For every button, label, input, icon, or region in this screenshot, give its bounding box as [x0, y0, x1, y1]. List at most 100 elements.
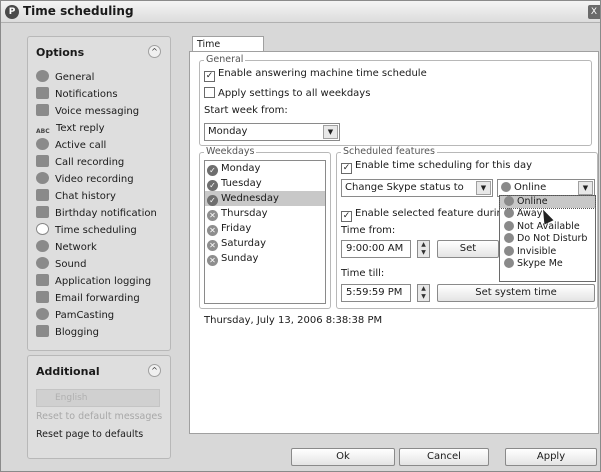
sidebar-item-blogging[interactable]: Blogging: [36, 324, 170, 341]
time-from-spinner[interactable]: ▲ ▼: [417, 240, 430, 258]
spin-down-icon: ▼: [421, 293, 426, 300]
apply-all-label: Apply settings to all weekdays: [218, 88, 371, 99]
weekday-label: Sunday: [221, 253, 259, 264]
time-till-label: Time till:: [341, 268, 385, 279]
set-button[interactable]: Set: [437, 240, 499, 258]
sidebar-item-pamcasting[interactable]: PamCasting: [36, 307, 170, 324]
title-bar: P Time scheduling X: [1, 1, 600, 23]
clock-icon: [36, 223, 49, 235]
sidebar-item-email-forwarding[interactable]: Email forwarding: [36, 290, 170, 307]
enable-schedule-label: Enable answering machine time schedule: [218, 68, 427, 79]
status-option-label: Online: [517, 196, 548, 207]
cancel-button[interactable]: Cancel: [399, 448, 489, 466]
set-system-time-button[interactable]: Set system time: [437, 284, 595, 302]
list-item[interactable]: ✓ Monday: [205, 161, 325, 176]
sidebar-item-label: Chat history: [55, 191, 116, 202]
app-logo-icon: P: [5, 5, 19, 19]
weekday-label: Monday: [221, 163, 261, 174]
x-circle-icon: ✕: [207, 255, 218, 266]
list-item[interactable]: ✕ Thursday: [205, 206, 325, 221]
enable-selected-feature-checkbox[interactable]: ✓ Enable selected feature during th: [341, 208, 523, 222]
collapse-additional-icon[interactable]: ^: [148, 364, 161, 377]
reset-messages-link: Reset to default messages: [36, 411, 163, 422]
sidebar-item-notifications[interactable]: Notifications: [36, 86, 170, 103]
online-icon: [504, 196, 514, 206]
spin-up-icon: ▲: [421, 285, 426, 292]
sidebar-item-label: PamCasting: [55, 310, 115, 321]
skype-me-icon: [504, 257, 514, 268]
sidebar-item-chat-history[interactable]: Chat history: [36, 188, 170, 205]
network-icon: [36, 240, 49, 252]
sidebar-item-sound[interactable]: Sound: [36, 256, 170, 273]
sidebar-item-time-scheduling[interactable]: Time scheduling: [36, 222, 170, 239]
enable-day-label: Enable time scheduling for this day: [355, 160, 533, 171]
apply-button[interactable]: Apply: [505, 448, 597, 466]
do-not-disturb-icon: [504, 233, 514, 244]
x-circle-icon: ✕: [207, 210, 218, 221]
current-datetime: Thursday, July 13, 2006 8:38:38 PM: [204, 315, 383, 326]
checkbox-checked-icon: ✓: [204, 71, 215, 82]
skype-general-icon: [36, 70, 49, 82]
reset-page-link[interactable]: Reset page to defaults: [36, 429, 143, 440]
close-button[interactable]: X: [588, 5, 600, 19]
ok-button[interactable]: Ok: [291, 448, 395, 466]
log-icon: [36, 274, 49, 286]
sidebar-item-label: Email forwarding: [55, 293, 140, 304]
sidebar-item-label: Birthday notification: [55, 208, 157, 219]
sidebar-item-birthday-notification[interactable]: Birthday notification: [36, 205, 170, 222]
status-option-skype-me[interactable]: Skype Me: [500, 257, 595, 270]
feature-value: Change Skype status to: [345, 182, 464, 193]
options-panel: Options ^ General Notifications Voice me…: [27, 36, 171, 351]
start-week-label: Start week from:: [204, 105, 288, 116]
collapse-options-icon[interactable]: ^: [148, 45, 161, 58]
sidebar-item-voice-messaging[interactable]: Voice messaging: [36, 103, 170, 120]
sidebar-item-label: Notifications: [55, 89, 118, 100]
check-circle-icon: ✓: [207, 165, 218, 176]
options-header: Options: [36, 46, 85, 59]
time-from-input[interactable]: 9:00:00 AM: [341, 240, 411, 258]
apply-all-weekdays-checkbox[interactable]: Apply settings to all weekdays: [204, 87, 370, 99]
weekday-label: Friday: [221, 223, 252, 234]
voicemail-icon: [36, 104, 49, 116]
list-item[interactable]: ✕ Sunday: [205, 251, 325, 266]
recorder-icon: [36, 155, 49, 167]
list-item[interactable]: ✕ Friday: [205, 221, 325, 236]
status-option-do-not-disturb[interactable]: Do Not Disturb: [500, 233, 595, 245]
sidebar-item-label: Active call: [55, 140, 107, 151]
enable-day-schedule-checkbox[interactable]: ✓ Enable time scheduling for this day: [341, 160, 532, 174]
time-till-spinner[interactable]: ▲ ▼: [417, 284, 430, 302]
status-option-invisible[interactable]: Invisible: [500, 245, 595, 258]
weekday-label: Thursday: [221, 208, 268, 219]
weekdays-legend: Weekdays: [204, 146, 257, 157]
check-circle-icon: ✓: [207, 180, 218, 191]
sidebar-item-label: Application logging: [55, 276, 152, 287]
sidebar-item-active-call[interactable]: Active call: [36, 137, 170, 154]
sidebar-item-text-reply[interactable]: ABC Text reply: [36, 120, 170, 137]
list-item[interactable]: ✓ Wednesday: [205, 191, 325, 206]
blog-icon: [36, 325, 49, 337]
sidebar-item-video-recording[interactable]: Video recording: [36, 171, 170, 188]
weekdays-group: Weekdays ✓ Monday ✓ Tuesday ✓ Wednesday ✕ Th…: [199, 146, 331, 309]
list-item[interactable]: ✓ Tuesday: [205, 176, 325, 191]
enable-schedule-checkbox[interactable]: ✓ Enable answering machine time schedule: [204, 68, 427, 82]
general-group: General ✓ Enable answering machine time s…: [199, 54, 592, 146]
check-circle-icon: ✓: [207, 195, 218, 206]
sidebar-item-label: Voice messaging: [55, 106, 140, 117]
x-circle-icon: ✕: [207, 225, 218, 236]
chat-icon: [36, 189, 49, 201]
chevron-down-icon: ▼: [323, 125, 338, 139]
feature-select[interactable]: Change Skype status to ▼: [341, 179, 493, 197]
time-till-input[interactable]: 5:59:59 PM: [341, 284, 411, 302]
sidebar-item-network[interactable]: Network: [36, 239, 170, 256]
sidebar-item-call-recording[interactable]: Call recording: [36, 154, 170, 171]
scheduled-legend: Scheduled features: [341, 146, 437, 157]
status-option-label: Invisible: [517, 245, 557, 257]
sidebar-item-general[interactable]: General: [36, 69, 170, 86]
phone-icon: [36, 138, 49, 150]
sidebar-item-application-logging[interactable]: Application logging: [36, 273, 170, 290]
list-item[interactable]: ✕ Saturday: [205, 236, 325, 251]
speaker-icon: [36, 257, 49, 269]
start-week-select[interactable]: Monday ▼: [204, 123, 340, 141]
options-list: General Notifications Voice messaging AB…: [36, 69, 170, 341]
additional-header: Additional: [36, 365, 100, 378]
